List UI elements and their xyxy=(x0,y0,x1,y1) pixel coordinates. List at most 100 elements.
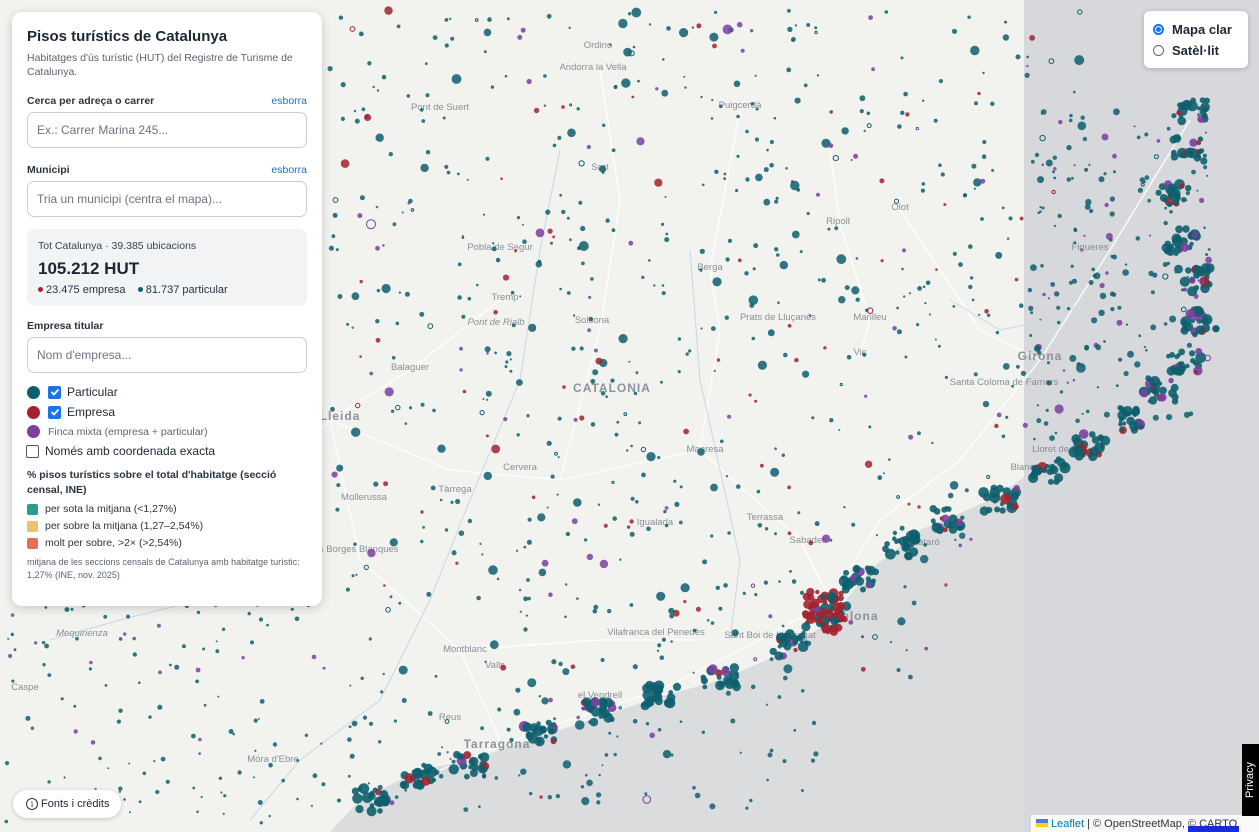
hut-marker-1394[interactable] xyxy=(1155,189,1162,196)
hut-marker-725[interactable] xyxy=(424,62,428,65)
hut-marker-698[interactable] xyxy=(481,553,484,556)
hut-marker-1514[interactable] xyxy=(836,613,842,619)
hut-marker-336[interactable] xyxy=(871,67,875,72)
hut-marker-770[interactable] xyxy=(446,751,449,754)
hut-marker-165[interactable] xyxy=(649,732,655,739)
hut-marker-1182[interactable] xyxy=(933,508,941,515)
hut-marker-1135[interactable] xyxy=(843,569,850,576)
hut-marker-899[interactable] xyxy=(13,648,17,652)
hut-marker-122[interactable] xyxy=(684,86,687,89)
hut-marker-701[interactable] xyxy=(694,792,701,799)
hut-marker-1518[interactable] xyxy=(807,605,813,611)
company-input[interactable] xyxy=(27,337,307,373)
hut-marker-163[interactable] xyxy=(733,80,741,88)
hut-marker-402[interactable] xyxy=(836,254,847,265)
hut-marker-207[interactable] xyxy=(981,154,987,159)
hut-marker-1662[interactable] xyxy=(1124,263,1128,266)
hut-marker-178[interactable] xyxy=(1006,237,1010,240)
hut-marker-1630[interactable] xyxy=(1174,251,1179,257)
hut-marker-1653[interactable] xyxy=(1030,264,1037,271)
hut-marker-763[interactable] xyxy=(700,95,703,99)
hut-marker-115[interactable] xyxy=(1084,167,1089,172)
hut-marker-88[interactable] xyxy=(1034,152,1040,158)
hut-marker-4[interactable] xyxy=(1054,404,1064,414)
hut-marker-1103[interactable] xyxy=(778,637,789,648)
hut-marker-1616[interactable] xyxy=(1156,139,1161,143)
hut-marker-890[interactable] xyxy=(296,759,300,762)
hut-marker-134[interactable] xyxy=(523,596,528,602)
hut-marker-809[interactable] xyxy=(60,697,64,701)
hut-marker-21[interactable] xyxy=(855,257,859,260)
hut-marker-8[interactable] xyxy=(907,502,911,506)
hut-marker-665[interactable] xyxy=(583,538,588,542)
hut-marker-1416[interactable] xyxy=(1202,153,1207,158)
hut-marker-1295[interactable] xyxy=(1158,393,1167,402)
hut-marker-324[interactable] xyxy=(451,550,457,556)
hut-marker-715[interactable] xyxy=(573,498,582,507)
hut-marker-567[interactable] xyxy=(340,82,346,88)
hut-marker-696[interactable] xyxy=(702,559,708,565)
hut-marker-893[interactable] xyxy=(253,718,258,723)
hut-marker-322[interactable] xyxy=(748,393,752,397)
hut-marker-1547[interactable] xyxy=(1066,307,1071,311)
hut-marker-707[interactable] xyxy=(547,228,553,234)
hut-marker-760[interactable] xyxy=(493,310,498,315)
hut-marker-774[interactable] xyxy=(791,230,800,239)
hut-marker-431[interactable] xyxy=(579,346,584,351)
hut-marker-1068[interactable] xyxy=(702,684,708,690)
hut-marker-591[interactable] xyxy=(486,351,489,355)
hut-marker-228[interactable] xyxy=(862,352,867,357)
hut-marker-412[interactable] xyxy=(347,737,352,742)
hut-marker-543[interactable] xyxy=(823,346,827,350)
hut-marker-901[interactable] xyxy=(228,729,234,734)
hut-marker-660[interactable] xyxy=(480,726,484,731)
hut-marker-393[interactable] xyxy=(541,697,549,705)
hut-marker-1641[interactable] xyxy=(1203,226,1206,229)
hut-marker-577[interactable] xyxy=(599,559,609,569)
hut-marker-1213[interactable] xyxy=(1012,503,1019,510)
hut-marker-1539[interactable] xyxy=(1171,158,1174,161)
hut-marker-1670[interactable] xyxy=(1134,361,1141,368)
hut-marker-387[interactable] xyxy=(349,684,352,687)
hut-marker-1188[interactable] xyxy=(944,506,949,511)
hut-marker-482[interactable] xyxy=(516,549,519,552)
hut-marker-220[interactable] xyxy=(587,328,591,333)
hut-marker-625[interactable] xyxy=(359,355,362,358)
hut-marker-676[interactable] xyxy=(331,234,336,239)
hut-marker-181[interactable] xyxy=(938,163,942,167)
hut-marker-1683[interactable] xyxy=(1068,118,1073,123)
hut-marker-1524[interactable] xyxy=(815,612,820,617)
hut-marker-1570[interactable] xyxy=(1185,199,1188,202)
hut-marker-683[interactable] xyxy=(406,94,411,98)
hut-marker-1278[interactable] xyxy=(1129,421,1139,431)
hut-marker-1430[interactable] xyxy=(1188,151,1194,157)
hut-marker-606[interactable] xyxy=(527,596,531,601)
hut-marker-542[interactable] xyxy=(504,365,508,369)
hut-marker-43[interactable] xyxy=(408,406,413,410)
hut-marker-1092[interactable] xyxy=(774,651,784,661)
hut-marker-531[interactable] xyxy=(775,196,779,200)
hut-marker-99[interactable] xyxy=(973,178,982,187)
hut-marker-58[interactable] xyxy=(648,259,651,262)
hut-marker-1671[interactable] xyxy=(1039,210,1042,213)
hut-marker-418[interactable] xyxy=(864,394,868,398)
hut-marker-1202[interactable] xyxy=(999,507,1006,514)
hut-marker-455[interactable] xyxy=(607,608,612,614)
hut-marker-548[interactable] xyxy=(735,631,738,634)
hut-marker-93[interactable] xyxy=(661,89,669,97)
hut-marker-540[interactable] xyxy=(489,640,499,650)
hut-marker-1667[interactable] xyxy=(1117,305,1122,310)
hut-marker-583[interactable] xyxy=(940,172,945,177)
hut-marker-751[interactable] xyxy=(570,664,576,669)
hut-marker-323[interactable] xyxy=(368,637,372,641)
hut-marker-863[interactable] xyxy=(118,637,123,641)
hut-marker-119[interactable] xyxy=(781,453,785,457)
hut-marker-750[interactable] xyxy=(641,275,645,279)
hut-marker-1578[interactable] xyxy=(1071,278,1077,284)
hut-marker-576[interactable] xyxy=(375,245,380,251)
hut-marker-917[interactable] xyxy=(200,795,203,799)
hut-marker-818[interactable] xyxy=(41,640,46,645)
hut-marker-574[interactable] xyxy=(484,346,491,353)
hut-marker-370[interactable] xyxy=(791,37,796,42)
hut-marker-1551[interactable] xyxy=(1045,159,1053,167)
